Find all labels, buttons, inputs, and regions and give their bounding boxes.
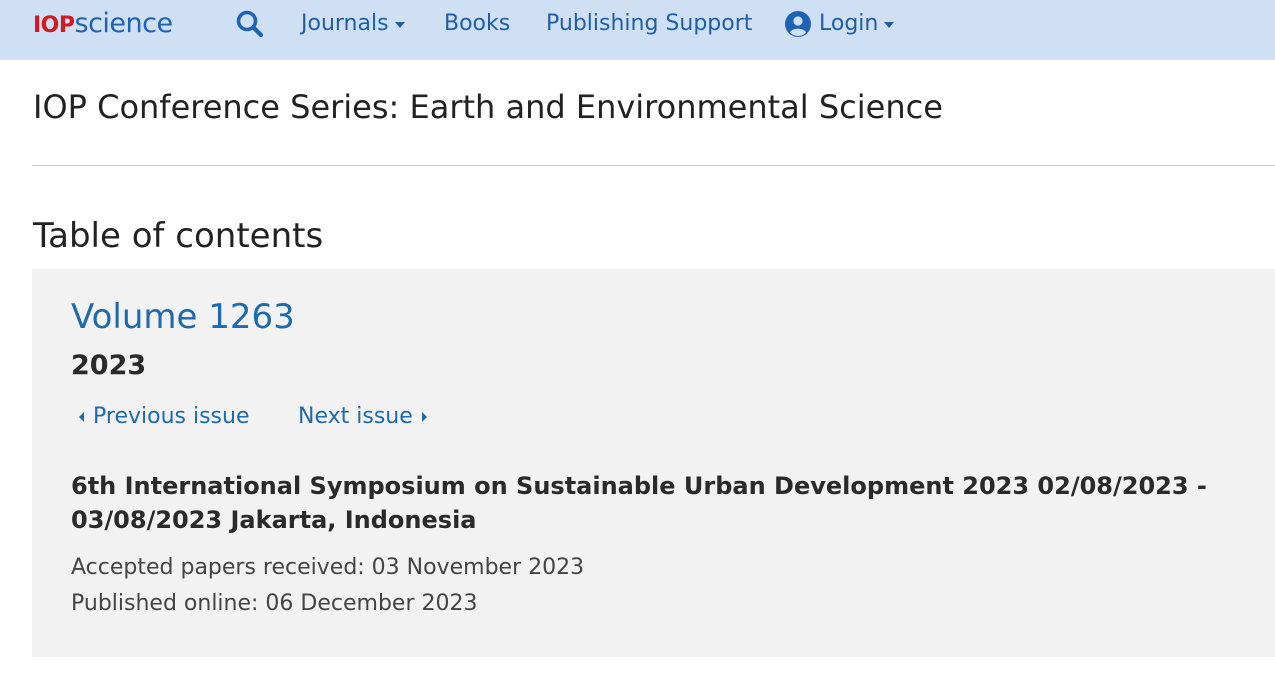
user-circle-icon — [785, 11, 811, 37]
nav-journals-dropdown[interactable]: Journals — [301, 10, 405, 38]
accepted-date: Accepted papers received: 03 November 20… — [71, 555, 585, 580]
top-navigation-bar: IOP science Journals Books Publishing Su… — [0, 0, 1275, 60]
search-button[interactable] — [235, 9, 265, 39]
iopscience-logo[interactable]: IOP science — [33, 8, 173, 40]
journal-title: IOP Conference Series: Earth and Environ… — [33, 88, 943, 126]
previous-issue-label: Previous issue — [93, 404, 250, 429]
nav-books-link[interactable]: Books — [444, 10, 510, 38]
logo-iop-text: IOP — [33, 13, 75, 38]
volume-title[interactable]: Volume 1263 — [71, 297, 295, 337]
search-icon — [236, 10, 264, 38]
nav-login-label: Login — [819, 11, 879, 36]
volume-year: 2023 — [71, 350, 147, 381]
header-divider — [32, 165, 1275, 166]
next-issue-label: Next issue — [298, 404, 413, 429]
next-issue-link[interactable]: Next issue — [298, 404, 427, 429]
nav-publishing-support-label: Publishing Support — [546, 11, 753, 36]
nav-publishing-support-link[interactable]: Publishing Support — [546, 10, 752, 38]
caret-left-icon — [79, 411, 84, 422]
nav-journals-label: Journals — [301, 11, 389, 36]
previous-issue-link[interactable]: Previous issue — [79, 404, 249, 429]
nav-books-label: Books — [444, 11, 511, 36]
chevron-down-icon — [884, 22, 895, 28]
issue-info-panel: Volume 1263 2023 Previous issue Next iss… — [32, 269, 1275, 657]
chevron-down-icon — [394, 22, 405, 28]
nav-login-dropdown[interactable]: Login — [785, 10, 895, 38]
logo-science-text: science — [74, 8, 174, 39]
published-date: Published online: 06 December 2023 — [71, 591, 478, 616]
table-of-contents-heading: Table of contents — [33, 216, 324, 256]
conference-title: 6th International Symposium on Sustainab… — [71, 472, 1207, 534]
caret-right-icon — [421, 411, 427, 422]
